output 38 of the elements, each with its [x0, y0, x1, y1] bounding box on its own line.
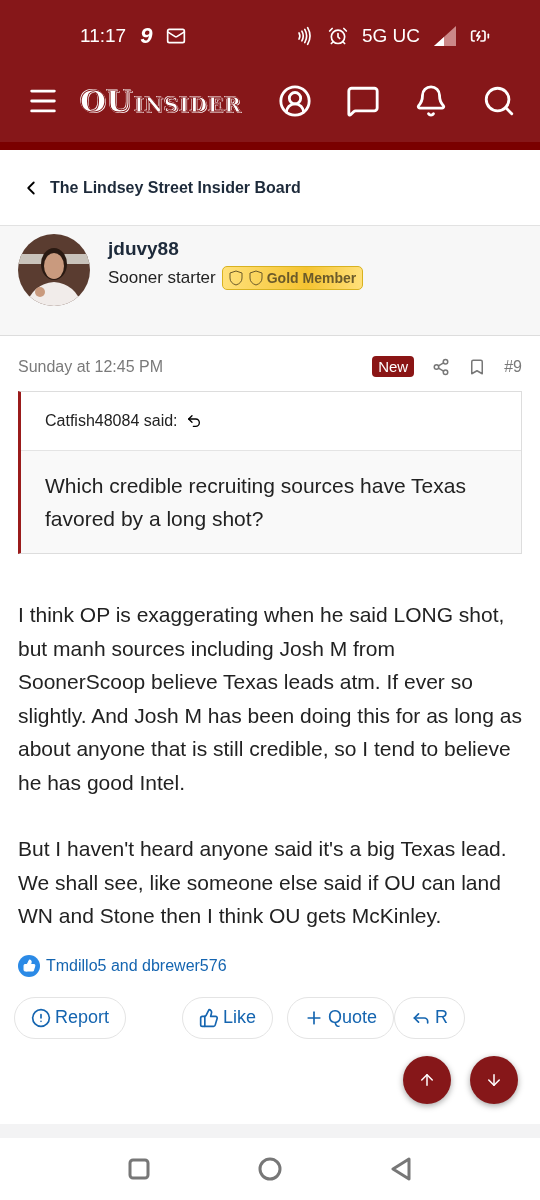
account-button[interactable]	[278, 84, 312, 118]
status-time: 11:17	[80, 25, 127, 47]
post-date[interactable]: Sunday at 12:45 PM	[18, 357, 163, 376]
quote-button[interactable]: Quote	[287, 996, 395, 1039]
reactions-text[interactable]: Tmdillo5 and dbrewer576	[46, 956, 227, 975]
post-paragraph: But I haven't heard anyone said it's a big Texas lead. We shall see, like someone else said if OU can land WN and Stone then I think OU gets McKinley.	[18, 836, 508, 929]
home-icon[interactable]	[258, 1157, 282, 1181]
like-button[interactable]: Like	[182, 996, 274, 1039]
post-number[interactable]: #9	[504, 357, 522, 376]
alarm-icon	[327, 26, 348, 46]
signal-icon	[434, 26, 456, 46]
quote-text: Which credible recruiting sources have Texas favored by a long shot?	[44, 473, 467, 532]
report-icon	[31, 1007, 51, 1028]
report-button[interactable]: Report	[14, 996, 127, 1039]
network-label: 5G UC	[361, 25, 420, 47]
arrow-down-icon	[485, 1071, 503, 1089]
scroll-up-button[interactable]	[403, 1056, 451, 1104]
recents-icon[interactable]	[128, 1158, 150, 1180]
new-tag: New	[372, 356, 415, 377]
notification-glyph: 9	[140, 23, 153, 49]
site-logo[interactable]: OUINSIDER	[80, 83, 242, 119]
breadcrumb-link[interactable]: The Lindsey Street Insider Board	[50, 178, 301, 197]
quote-author[interactable]: Catfish48084 said:	[45, 412, 178, 430]
jump-icon[interactable]	[185, 413, 202, 429]
member-badge: Gold Member	[221, 266, 364, 290]
search-button[interactable]	[482, 84, 516, 118]
share-icon[interactable]	[432, 357, 451, 376]
mail-icon	[166, 26, 187, 46]
like-icon	[199, 1007, 220, 1028]
alerts-button[interactable]	[414, 84, 448, 118]
user-title: Sooner starter	[108, 268, 216, 288]
reactions-link[interactable]: Tmdillo5 and dbrewer576	[0, 944, 540, 987]
like-icon	[18, 954, 40, 977]
reply-button[interactable]: R	[394, 996, 466, 1039]
post-paragraph: I think OP is exaggerating when he said LONG shot, but manh sources including Josh M from SoonerScoop believe Texas leads atm. If ever so slightly. And Josh M has been doing this for as long as about anyone that is still credible, so I tend to believe he has good Intel.	[18, 602, 522, 796]
username[interactable]: jduvy88	[108, 238, 364, 260]
scroll-down-button[interactable]	[470, 1056, 518, 1104]
messages-button[interactable]	[346, 84, 380, 118]
